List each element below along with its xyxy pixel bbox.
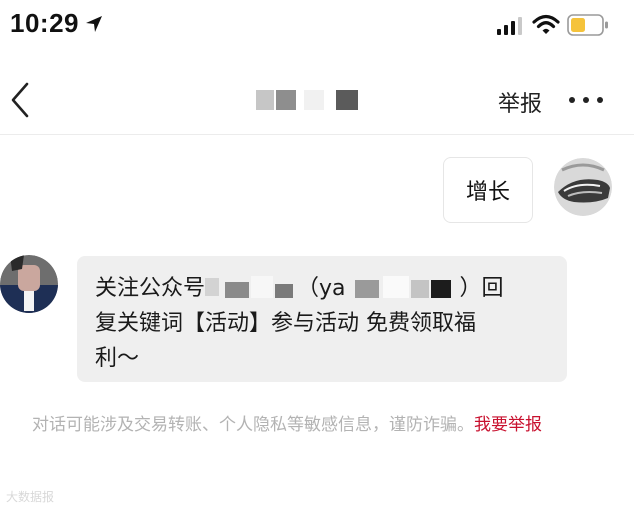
- report-button[interactable]: 举报: [498, 86, 542, 118]
- redacted-account-id: [354, 276, 451, 298]
- bot-message-text-b: （ya: [297, 276, 346, 301]
- safety-warning: 对话可能涉及交易转账、个人隐私等敏感信息，谨防诈骗。我要举报: [32, 411, 592, 439]
- chat-title-blurred: [256, 90, 358, 110]
- user-message-bubble: 增长: [443, 157, 533, 223]
- cellular-signal-icon: [497, 17, 522, 35]
- watermark: 大数据报: [6, 490, 55, 504]
- report-link[interactable]: 我要举报: [474, 415, 542, 435]
- wifi-icon: [532, 14, 560, 34]
- user-avatar[interactable]: [554, 158, 612, 216]
- bot-message-text-c: ）回: [459, 276, 504, 301]
- official-account-avatar[interactable]: [0, 255, 58, 313]
- bot-message-line-2: 复关键词【活动】参与活动 免费领取福: [95, 311, 476, 336]
- bot-message-bubble: 关注公众号 （ya ）回 复关键词【活动】参与活动 免费领取福 利～: [77, 256, 567, 382]
- nav-bar: 举报: [0, 66, 634, 135]
- more-options-icon[interactable]: [568, 96, 604, 104]
- status-time: 10:29: [10, 8, 79, 38]
- bot-message-text-a: 关注公众号: [95, 276, 206, 301]
- battery-icon: [567, 14, 608, 36]
- safety-warning-text: 对话可能涉及交易转账、个人隐私等敏感信息，谨防诈骗。: [32, 415, 474, 435]
- back-chevron-icon[interactable]: [8, 80, 32, 120]
- location-arrow-icon: [86, 16, 102, 32]
- redacted-account-name: [205, 276, 294, 298]
- user-message-text: 增长: [465, 180, 510, 205]
- status-bar: 10:29: [0, 0, 634, 56]
- bot-message-line-3: 利～: [95, 346, 140, 371]
- bot-message-line-1: 关注公众号 （ya ）回: [95, 271, 549, 306]
